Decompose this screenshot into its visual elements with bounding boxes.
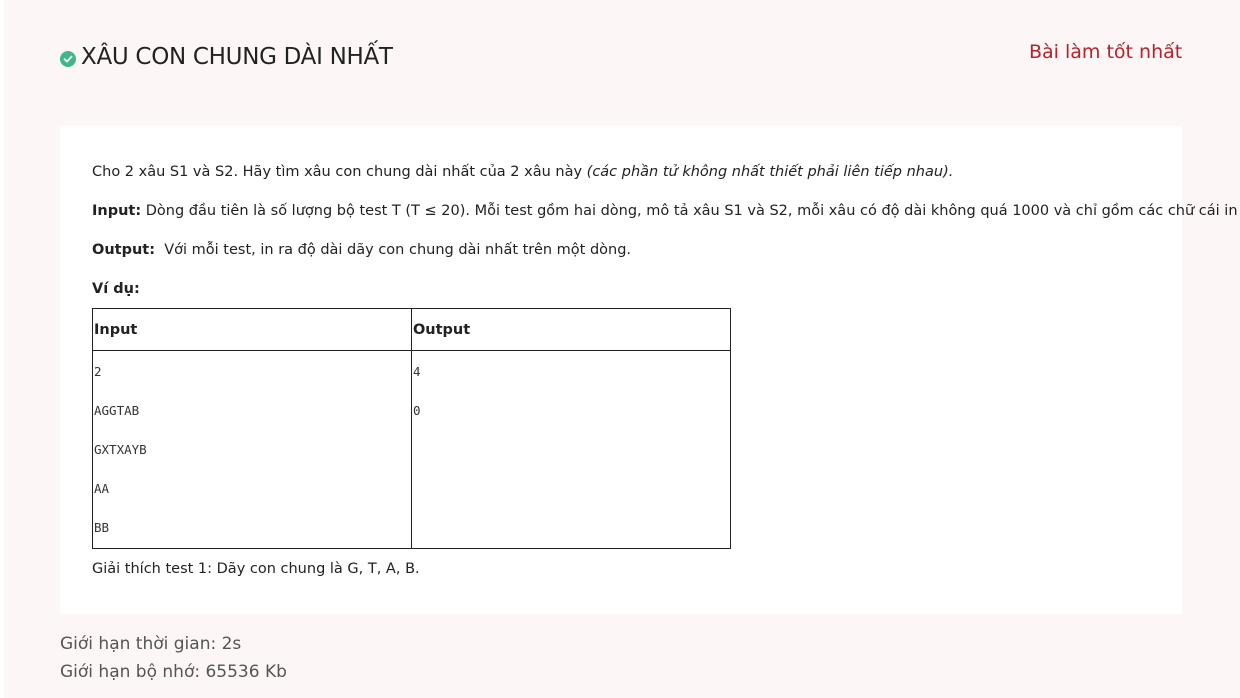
problem-header: XÂU CON CHUNG DÀI NHẤT — [60, 44, 393, 70]
input-line: AA — [94, 481, 110, 496]
output-description: Output: Với mỗi test, in ra độ dài dãy c… — [92, 240, 631, 260]
example-table: Input Output 2 AGGTAB GXTXAYB AA BB 4 0 — [92, 308, 732, 549]
input-line: GXTXAYB — [94, 442, 147, 457]
input-line: BB — [94, 520, 110, 535]
resource-limits: Giới hạn thời gian: 2s Giới hạn bộ nhớ: … — [60, 630, 287, 686]
output-line: 4 — [412, 364, 421, 379]
example-input-cell: 2 AGGTAB GXTXAYB AA BB — [92, 350, 412, 549]
output-text: Với mỗi test, in ra độ dài dãy con chung… — [155, 242, 632, 258]
example-label: Ví dụ: — [92, 281, 140, 297]
input-text: Dòng đầu tiên là số lượng bộ test T (T ≤… — [141, 203, 1240, 219]
input-description: Input: Dòng đầu tiên là số lượng bộ test… — [92, 201, 1240, 221]
output-line: 0 — [412, 403, 421, 418]
problem-page: XÂU CON CHUNG DÀI NHẤT Bài làm tốt nhất … — [4, 0, 1240, 698]
best-submission-link[interactable]: Bài làm tốt nhất — [1029, 41, 1182, 63]
test-explanation: Giải thích test 1: Dãy con chung là G, T… — [92, 561, 420, 577]
example-table-header-row: Input Output — [92, 308, 732, 351]
example-output-cell: 4 0 — [410, 350, 732, 549]
input-line: AGGTAB — [94, 403, 140, 418]
time-limit: Giới hạn thời gian: 2s — [60, 634, 242, 654]
statement-intro: Cho 2 xâu S1 và S2. Hãy tìm xâu con chun… — [92, 162, 953, 182]
example-header-input: Input — [92, 308, 412, 351]
problem-title: XÂU CON CHUNG DÀI NHẤT — [81, 44, 393, 70]
check-circle-icon — [60, 51, 76, 67]
memory-limit: Giới hạn bộ nhớ: 65536 Kb — [60, 662, 287, 682]
intro-note: (các phần tử không nhất thiết phải liên … — [586, 164, 954, 180]
problem-statement-card: Cho 2 xâu S1 và S2. Hãy tìm xâu con chun… — [60, 126, 1240, 614]
intro-text: Cho 2 xâu S1 và S2. Hãy tìm xâu con chun… — [92, 164, 587, 180]
input-line: 2 — [94, 364, 102, 379]
output-label: Output: — [92, 242, 156, 258]
input-label: Input: — [92, 203, 142, 219]
example-table-row: 2 AGGTAB GXTXAYB AA BB 4 0 — [92, 350, 732, 549]
example-header-output: Output — [410, 308, 732, 351]
